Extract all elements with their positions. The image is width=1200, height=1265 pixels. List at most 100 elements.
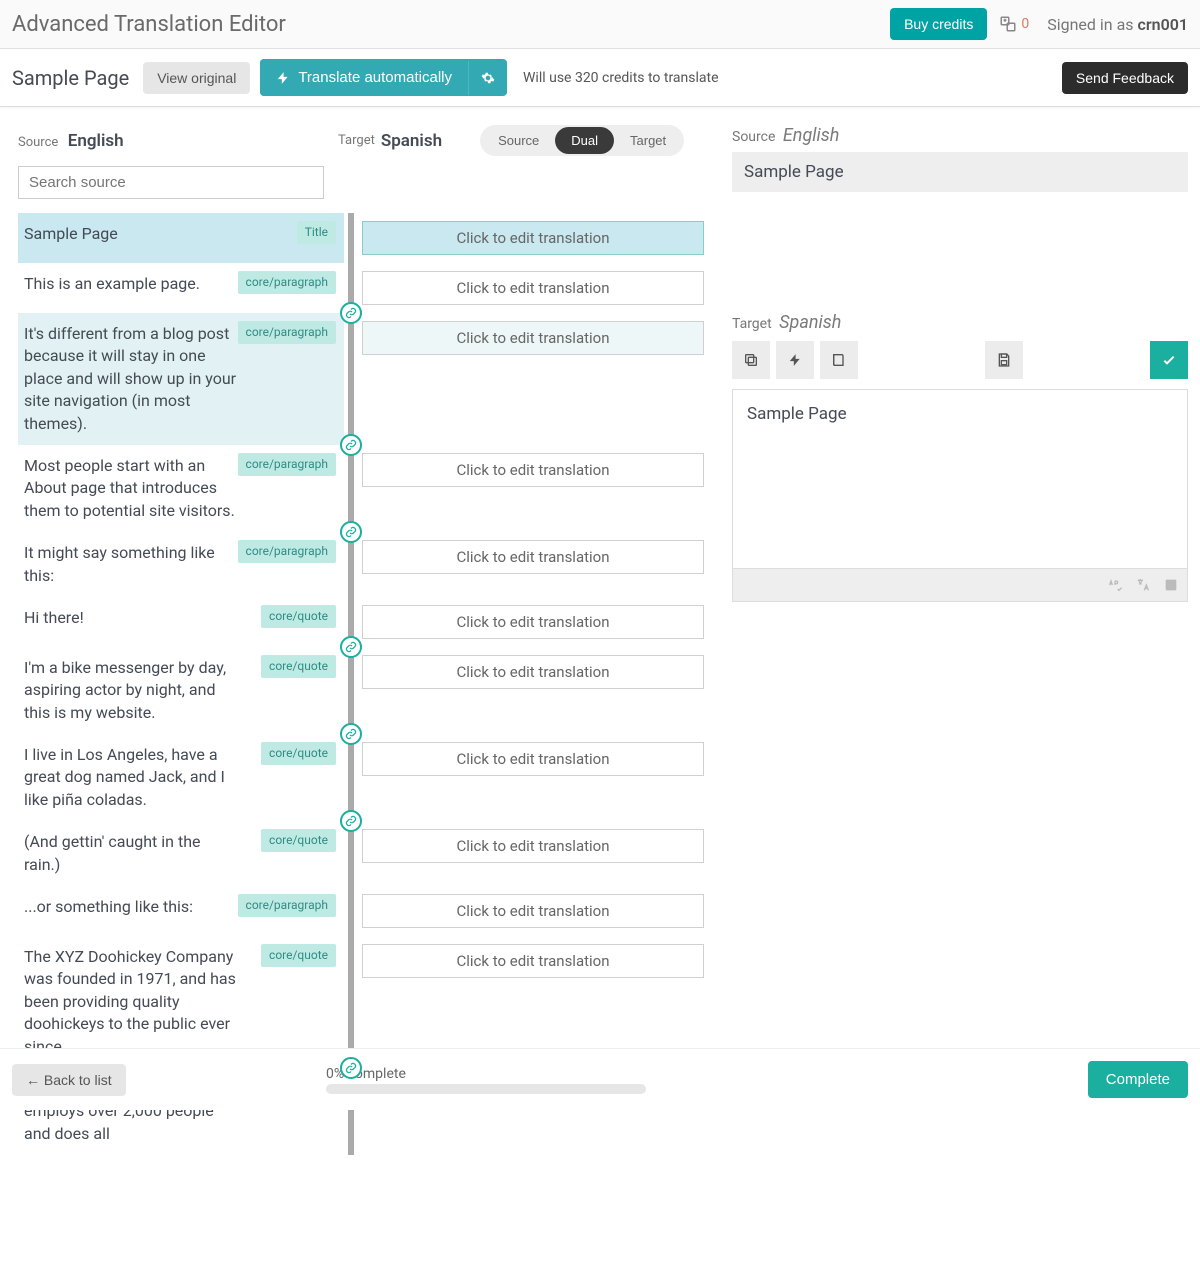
- toggle-dual[interactable]: Dual: [555, 127, 614, 154]
- source-cell[interactable]: Sample PageTitle: [18, 213, 344, 263]
- send-feedback-button[interactable]: Send Feedback: [1062, 62, 1188, 94]
- translation-input[interactable]: Click to edit translation: [362, 221, 704, 255]
- credits-count: 0: [1021, 16, 1029, 32]
- translation-input[interactable]: Click to edit translation: [362, 321, 704, 355]
- side-target-lang: Spanish: [779, 312, 841, 333]
- credit-usage-info: Will use 320 credits to translate: [523, 70, 719, 86]
- link-segments-button[interactable]: [340, 723, 362, 745]
- translation-input[interactable]: Click to edit translation: [362, 894, 704, 928]
- target-editor[interactable]: Sample Page: [732, 389, 1188, 569]
- translation-input[interactable]: Click to edit translation: [362, 655, 704, 689]
- auto-translate-segment-button[interactable]: [776, 341, 814, 379]
- translate-automatically-button[interactable]: Translate automatically: [260, 59, 468, 96]
- source-cell[interactable]: I'm a bike messenger by day, aspiring ac…: [18, 647, 344, 734]
- glossary-button[interactable]: [820, 341, 858, 379]
- segment-row[interactable]: Hi there!core/quote Click to edit transla…: [18, 597, 708, 647]
- confirm-button[interactable]: [1150, 341, 1188, 379]
- segment-type-badge: core/paragraph: [238, 453, 336, 476]
- target-cell: Click to edit translation: [358, 532, 704, 597]
- link-icon: [345, 307, 357, 319]
- view-toggle: Source Dual Target: [480, 125, 684, 156]
- translation-input[interactable]: Click to edit translation: [362, 742, 704, 776]
- link-icon: [345, 1062, 357, 1074]
- segment-row[interactable]: Sample PageTitle Click to edit translatio…: [18, 213, 708, 263]
- translation-input[interactable]: Click to edit translation: [362, 271, 704, 305]
- segment-row[interactable]: This is an example page.core/paragraph Cl…: [18, 263, 708, 313]
- side-source-text: Sample Page: [732, 152, 1188, 192]
- buy-credits-button[interactable]: Buy credits: [890, 8, 987, 40]
- segment-type-badge: core/quote: [261, 742, 336, 765]
- translation-input[interactable]: Click to edit translation: [362, 829, 704, 863]
- book-icon: [831, 352, 847, 368]
- editor-footer: [732, 569, 1188, 602]
- link-segments-button[interactable]: [340, 521, 362, 543]
- link-segments-button[interactable]: [340, 434, 362, 456]
- gear-icon: [481, 71, 495, 85]
- complete-button[interactable]: Complete: [1088, 1061, 1188, 1098]
- search-input[interactable]: [18, 166, 324, 199]
- progress-bar: [326, 1084, 646, 1094]
- segment-row[interactable]: It's different from a blog post because …: [18, 313, 708, 445]
- check-icon: [1161, 352, 1177, 368]
- translation-input[interactable]: Click to edit translation: [362, 605, 704, 639]
- segment-type-badge: core/quote: [261, 829, 336, 852]
- lightning-icon: [276, 71, 290, 85]
- target-cell: Click to edit translation: [358, 821, 704, 886]
- copy-icon: [743, 352, 759, 368]
- segment-type-badge: core/paragraph: [238, 894, 336, 917]
- link-segments-button[interactable]: [340, 810, 362, 832]
- translation-input[interactable]: Click to edit translation: [362, 540, 704, 574]
- source-cell[interactable]: It might say something like this:core/pa…: [18, 532, 344, 597]
- target-cell: Click to edit translation: [358, 734, 704, 821]
- segment-type-badge: core/quote: [261, 944, 336, 967]
- segment-row[interactable]: I'm a bike messenger by day, aspiring ac…: [18, 647, 708, 734]
- segment-type-badge: core/paragraph: [238, 321, 336, 344]
- translate-settings-button[interactable]: [468, 61, 507, 95]
- source-cell[interactable]: Most people start with an About page tha…: [18, 445, 344, 532]
- source-cell[interactable]: Hi there!core/quote: [18, 597, 344, 647]
- back-to-list-button[interactable]: ← Back to list: [12, 1064, 126, 1096]
- target-cell: Click to edit translation: [358, 263, 704, 313]
- translation-input[interactable]: Click to edit translation: [362, 944, 704, 978]
- source-cell[interactable]: This is an example page.core/paragraph: [18, 263, 344, 313]
- source-cell[interactable]: ...or something like this:core/paragraph: [18, 886, 344, 936]
- segment-row[interactable]: Most people start with an About page tha…: [18, 445, 708, 532]
- link-segments-button[interactable]: [340, 302, 362, 324]
- translation-input[interactable]: Click to edit translation: [362, 453, 704, 487]
- target-cell: Click to edit translation: [358, 647, 704, 734]
- target-cell: Click to edit translation: [358, 313, 704, 445]
- link-icon: [345, 815, 357, 827]
- lightning-icon: [788, 353, 802, 367]
- spellcheck-icon[interactable]: [1107, 577, 1123, 593]
- row-divider: [348, 734, 354, 821]
- translate-icon[interactable]: [1135, 577, 1151, 593]
- link-icon: [345, 641, 357, 653]
- link-icon: [345, 728, 357, 740]
- side-toolbar: [732, 341, 1188, 379]
- toggle-source[interactable]: Source: [482, 127, 555, 154]
- link-icon: [345, 526, 357, 538]
- language-header: Source English Target Spanish Source Dua…: [18, 125, 708, 156]
- view-original-button[interactable]: View original: [143, 62, 250, 94]
- target-cell: Click to edit translation: [358, 445, 704, 532]
- source-cell[interactable]: (And gettin' caught in the rain.)core/qu…: [18, 821, 344, 886]
- segment-row[interactable]: I live in Los Angeles, have a great dog …: [18, 734, 708, 821]
- row-divider: [348, 313, 354, 445]
- top-bar: Advanced Translation Editor Buy credits …: [0, 0, 1200, 49]
- segment-row[interactable]: ...or something like this:core/paragraph…: [18, 886, 708, 936]
- segment-row[interactable]: (And gettin' caught in the rain.)core/qu…: [18, 821, 708, 886]
- row-divider: [348, 597, 354, 647]
- target-label: Target: [338, 133, 375, 148]
- link-segments-button[interactable]: [340, 1057, 362, 1079]
- segment-type-badge: core/quote: [261, 605, 336, 628]
- format-icon[interactable]: [1163, 577, 1179, 593]
- source-cell[interactable]: It's different from a blog post because …: [18, 313, 344, 445]
- credits-indicator: 0: [999, 15, 1029, 33]
- segment-row[interactable]: It might say something like this:core/pa…: [18, 532, 708, 597]
- link-segments-button[interactable]: [340, 636, 362, 658]
- toggle-target[interactable]: Target: [614, 127, 682, 154]
- translate-credit-icon: [999, 15, 1017, 33]
- save-button[interactable]: [985, 341, 1023, 379]
- source-cell[interactable]: I live in Los Angeles, have a great dog …: [18, 734, 344, 821]
- copy-source-button[interactable]: [732, 341, 770, 379]
